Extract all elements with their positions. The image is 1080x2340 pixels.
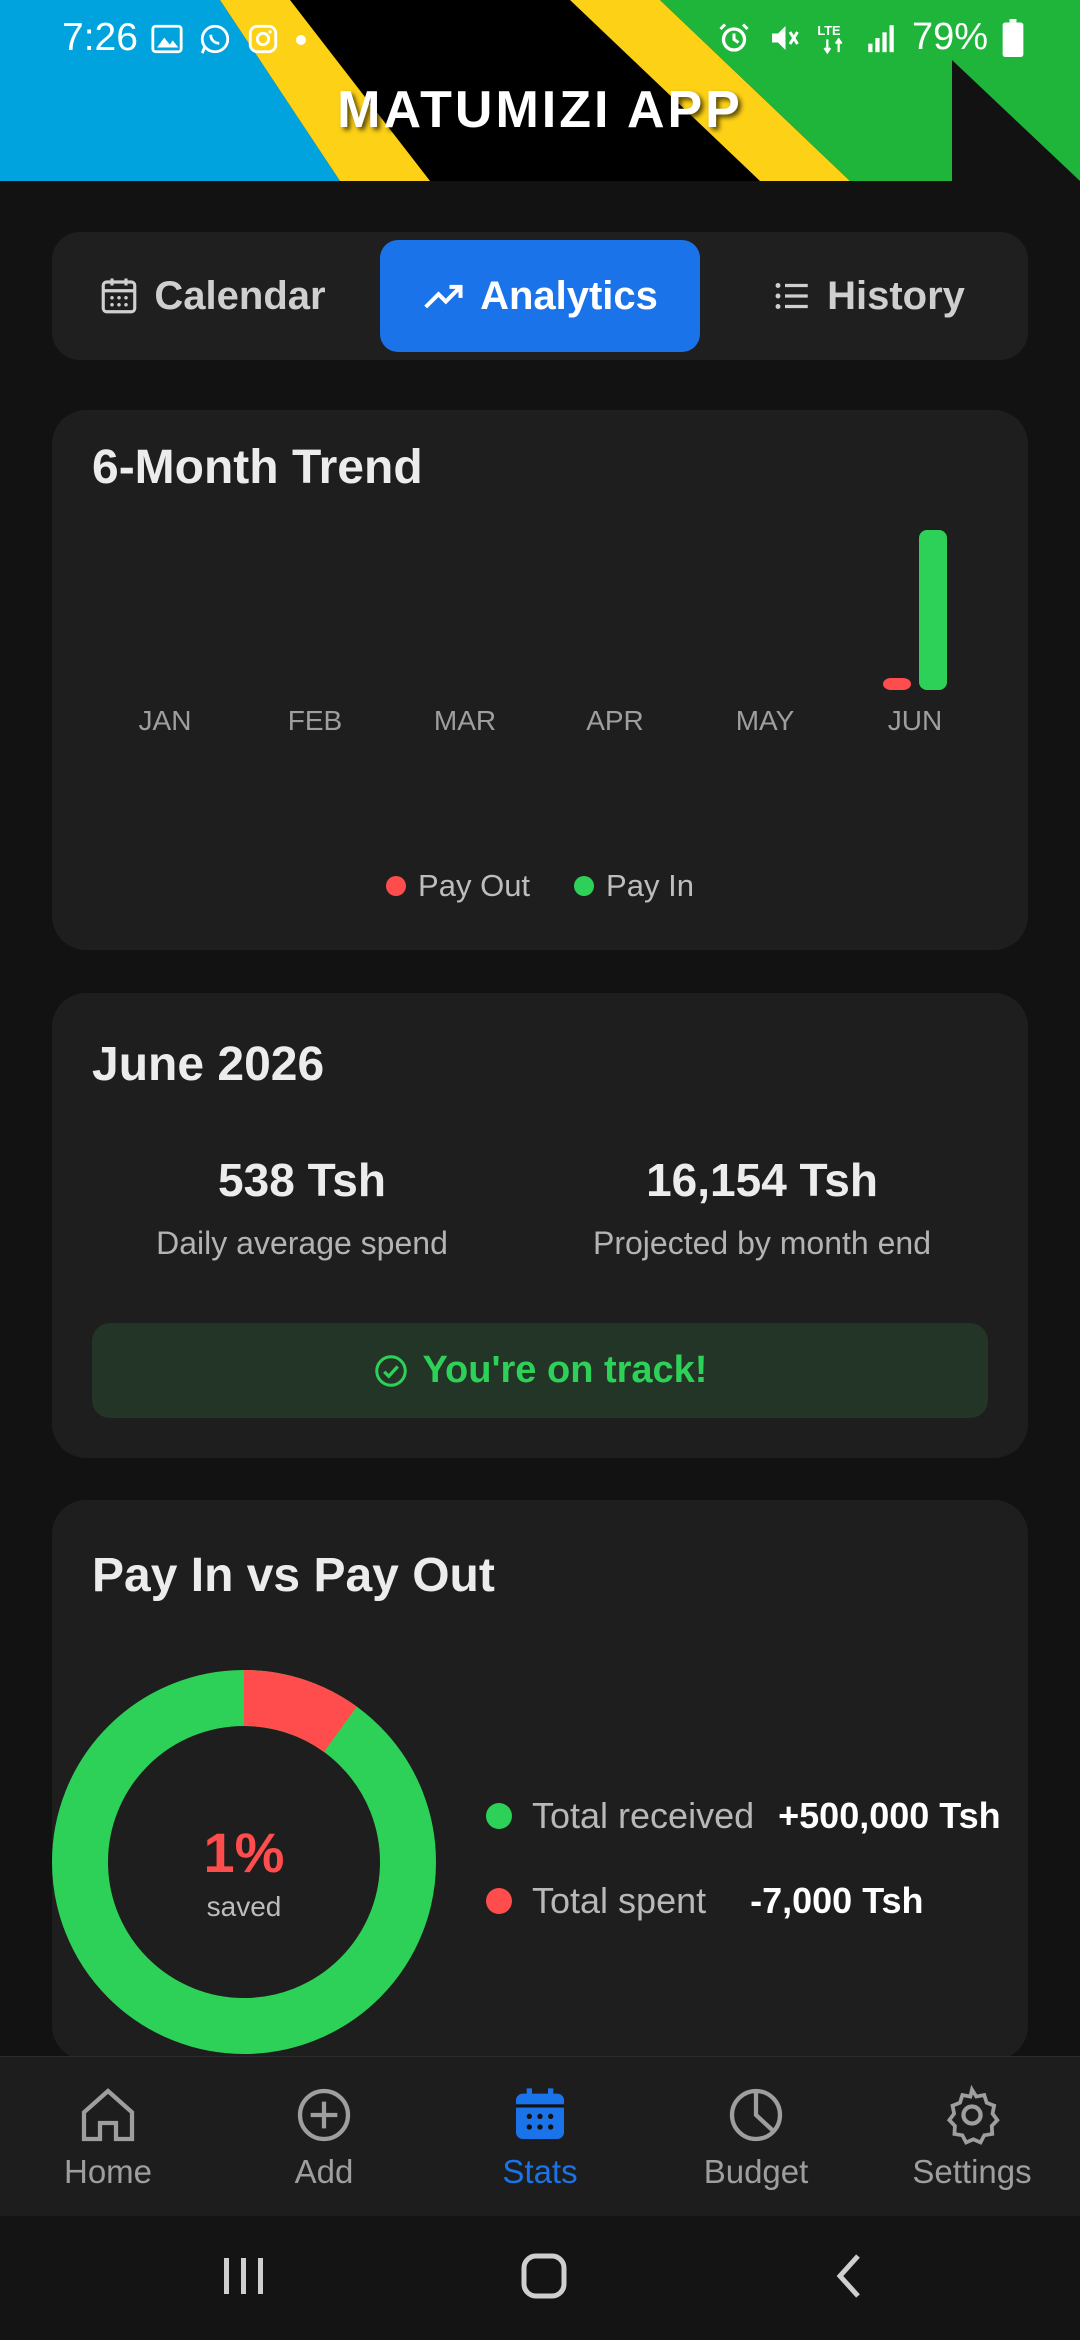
received-dot	[486, 1803, 512, 1829]
analytics-screen: 7:26 LTE 79% MATUMIZI APP Calendar Analy…	[0, 0, 1080, 2340]
pie-chart-icon	[729, 2088, 783, 2142]
dot-icon	[296, 35, 306, 45]
home-icon	[81, 2088, 135, 2142]
image-icon	[151, 24, 183, 54]
tab-history[interactable]: History	[708, 240, 1028, 352]
notification-icons	[150, 22, 308, 56]
tab-history-label: History	[827, 273, 965, 318]
bar-pay-in-jun	[919, 530, 947, 690]
pay-in-dot	[574, 876, 595, 896]
daily-average-value: 538 Tsh	[218, 1154, 386, 1206]
battery-percent: 79%	[911, 16, 988, 58]
system-icons: LTE 79%	[716, 16, 1024, 59]
svg-text:LTE: LTE	[817, 23, 840, 38]
nav-home-label: Home	[63, 2153, 153, 2190]
alarm-icon	[719, 22, 749, 52]
daily-average-stat: 538 Tsh Daily average spend	[72, 1153, 532, 1262]
nav-budget-label: Budget	[703, 2153, 809, 2190]
instagram-icon	[248, 24, 278, 54]
total-spent-label: Total spent	[532, 1880, 707, 1921]
projected-label: Projected by month end	[593, 1225, 931, 1261]
app-title: MATUMIZI APP	[337, 81, 743, 139]
total-spent-value: -7,000 Tsh	[750, 1880, 924, 1921]
nav-settings-label: Settings	[912, 2153, 1032, 2190]
gear-icon	[946, 2084, 1000, 2145]
total-spent-row: Total spent -7,000 Tsh	[486, 1880, 924, 1922]
total-received-value: +500,000 Tsh	[778, 1795, 1001, 1836]
month-title: June 2026	[92, 1038, 325, 1091]
legend-pay-out: Pay Out	[386, 868, 530, 904]
total-received-label: Total received	[532, 1795, 755, 1836]
trend-card: 6-Month Trend JAN FEB MAR APR MAY JUN Pay Out…	[52, 410, 1028, 950]
x-tick-label: JUN	[888, 705, 942, 736]
projected-value: 16,154 Tsh	[646, 1154, 878, 1206]
tab-calendar-label: Calendar	[154, 273, 326, 318]
nav-stats-label: Stats	[502, 2153, 578, 2190]
home-system-button[interactable]	[512, 2246, 576, 2306]
pay-out-dot	[386, 876, 407, 896]
x-tick-label: MAY	[736, 705, 795, 736]
tab-analytics[interactable]: Analytics	[380, 240, 700, 352]
battery-icon	[1002, 18, 1024, 57]
spent-dot	[486, 1888, 512, 1914]
on-track-banner: You're on track!	[92, 1323, 988, 1418]
lte-icon: LTE	[817, 23, 843, 54]
trending-up-icon	[424, 284, 463, 309]
stats-calendar-icon	[516, 2088, 564, 2139]
nav-settings[interactable]: Settings	[864, 2057, 1080, 2217]
donut-center: 1% saved	[52, 1820, 436, 1923]
trend-legend: Pay Out Pay In	[52, 868, 1028, 904]
system-navigation-bar	[0, 2216, 1080, 2340]
nav-budget[interactable]: Budget	[648, 2057, 864, 2217]
calendar-icon	[102, 278, 137, 314]
view-tabbar: Calendar Analytics History	[52, 232, 1028, 360]
nav-add-label: Add	[294, 2153, 354, 2190]
total-received-row: Total received +500,000 Tsh	[486, 1795, 1001, 1837]
tab-calendar[interactable]: Calendar	[52, 240, 372, 352]
x-tick-label: APR	[586, 705, 644, 736]
payin-payout-card: Pay In vs Pay Out 1% saved Total receive…	[52, 1500, 1028, 2060]
app-header: 7:26 LTE 79% MATUMIZI APP	[0, 0, 1080, 181]
x-tick-label: MAR	[434, 705, 496, 736]
nav-stats[interactable]: Stats	[432, 2057, 648, 2217]
tab-analytics-label: Analytics	[480, 273, 658, 318]
daily-average-label: Daily average spend	[156, 1225, 448, 1261]
payin-title: Pay In vs Pay Out	[92, 1549, 495, 1602]
legend-pay-in-label: Pay In	[606, 868, 694, 903]
x-tick-label: JAN	[139, 705, 192, 736]
nav-add[interactable]: Add	[216, 2057, 432, 2217]
mute-icon	[771, 25, 799, 50]
status-bar: 7:26 LTE 79%	[0, 0, 1080, 80]
list-icon	[775, 283, 808, 309]
signal-icon	[868, 24, 894, 52]
back-button[interactable]	[820, 2246, 880, 2306]
add-circle-icon	[297, 2088, 351, 2142]
whatsapp-icon	[200, 24, 230, 54]
saved-percent: 1%	[203, 1821, 285, 1884]
bottom-navigation: Home Add Stats Budget Settings	[0, 2056, 1080, 2216]
trend-title: 6-Month Trend	[92, 441, 423, 494]
status-time: 7:26	[62, 16, 138, 59]
legend-pay-in: Pay In	[574, 868, 694, 904]
bar-pay-out-jun	[883, 678, 911, 690]
saved-label: saved	[206, 1891, 282, 1922]
x-tick-label: FEB	[288, 705, 342, 736]
trend-bar-chart: JAN FEB MAR APR MAY JUN	[139, 530, 947, 736]
projected-stat: 16,154 Tsh Projected by month end	[532, 1153, 992, 1262]
month-summary-card: June 2026 538 Tsh Daily average spend 16…	[52, 993, 1028, 1458]
recent-apps-button[interactable]	[214, 2246, 274, 2306]
nav-home[interactable]: Home	[0, 2057, 216, 2217]
check-circle-icon	[374, 1354, 407, 1387]
on-track-text: You're on track!	[422, 1349, 708, 1391]
legend-pay-out-label: Pay Out	[418, 868, 531, 903]
